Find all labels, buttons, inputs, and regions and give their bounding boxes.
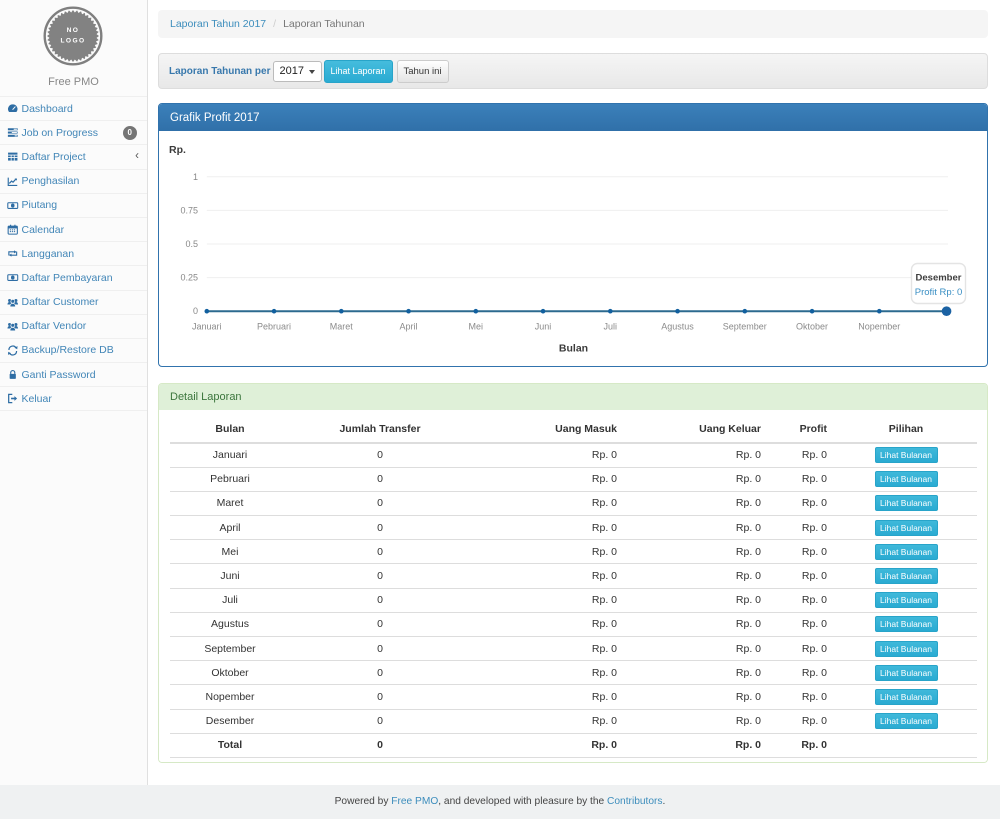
svg-text:April: April bbox=[400, 322, 418, 332]
svg-text:0.5: 0.5 bbox=[185, 239, 198, 249]
svg-text:Juli: Juli bbox=[604, 322, 618, 332]
svg-text:Agustus: Agustus bbox=[661, 322, 694, 332]
svg-text:Oktober: Oktober bbox=[796, 322, 828, 332]
svg-text:Nopember: Nopember bbox=[858, 322, 900, 332]
svg-text:Maret: Maret bbox=[330, 322, 354, 332]
svg-text:1: 1 bbox=[193, 172, 198, 182]
svg-text:LOGO: LOGO bbox=[60, 38, 85, 45]
svg-text:Mei: Mei bbox=[469, 322, 484, 332]
svg-text:Januari: Januari bbox=[192, 322, 222, 332]
svg-text:0.75: 0.75 bbox=[180, 205, 198, 215]
svg-text:Rp.: Rp. bbox=[169, 144, 186, 156]
svg-text:September: September bbox=[723, 322, 767, 332]
svg-text:Pebruari: Pebruari bbox=[257, 322, 291, 332]
svg-text:Juni: Juni bbox=[535, 322, 552, 332]
svg-text:0.25: 0.25 bbox=[180, 273, 198, 283]
svg-text:Profit Rp: 0: Profit Rp: 0 bbox=[915, 287, 963, 298]
svg-text:0: 0 bbox=[193, 306, 198, 316]
svg-text:NO: NO bbox=[67, 27, 80, 34]
svg-text:Bulan: Bulan bbox=[559, 343, 588, 355]
svg-text:Desember: Desember bbox=[916, 273, 962, 284]
